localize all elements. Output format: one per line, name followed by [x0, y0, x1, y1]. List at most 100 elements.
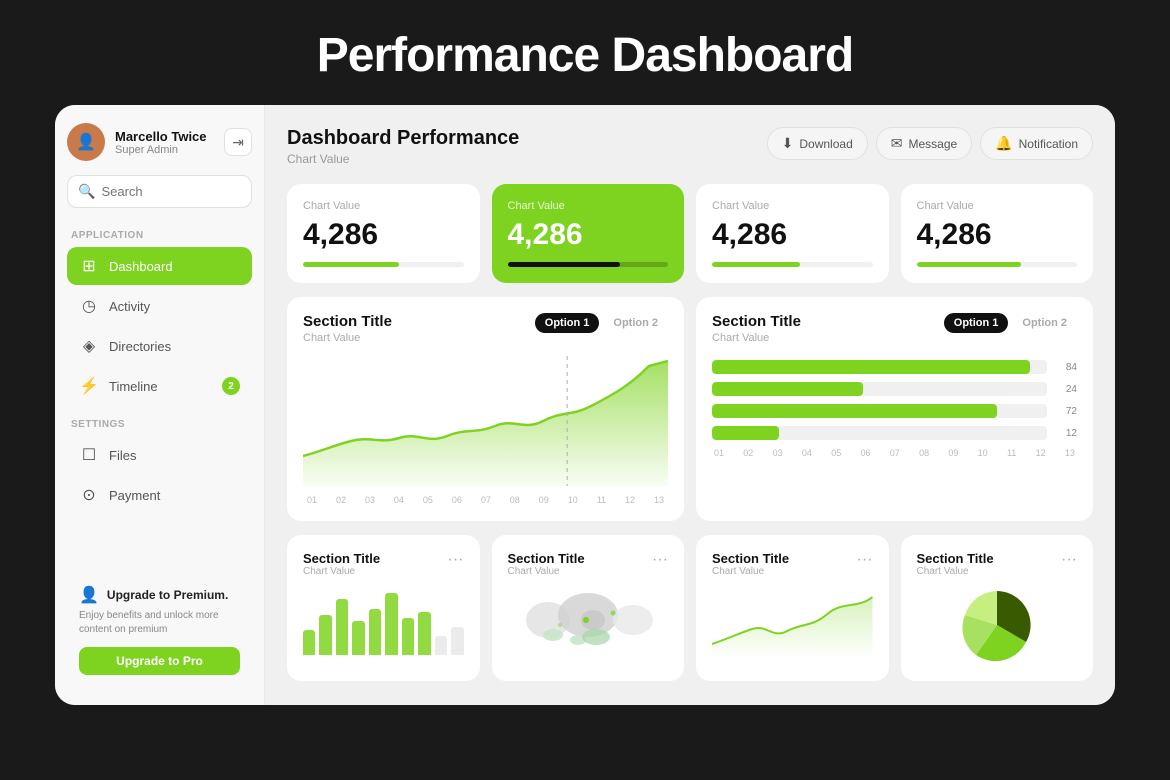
- sidebar-item-dashboard[interactable]: ⊞ Dashboard: [67, 247, 252, 285]
- sidebar-item-label: Files: [109, 448, 136, 463]
- sidebar-item-timeline[interactable]: ⚡ Timeline 2: [67, 367, 252, 405]
- chart-title-group: Section Title Chart Value: [712, 313, 801, 344]
- search-bar[interactable]: 🔍: [67, 175, 252, 208]
- bar-row: 72: [712, 404, 1077, 418]
- sidebar-user: 👤 Marcello Twice Super Admin ⇥: [67, 123, 252, 161]
- bar-track: [712, 382, 1047, 396]
- application-section-label: APPLICATION: [67, 230, 252, 241]
- sidebar-item-label: Timeline: [109, 379, 158, 394]
- area-chart-labels: 01 02 03 04 05 06 07 08 09 10 11 12 13: [303, 495, 668, 505]
- collapse-button[interactable]: ⇥: [224, 128, 252, 156]
- bottom-card-4: Section Title Chart Value ···: [901, 535, 1094, 681]
- bar-fill: [712, 360, 1030, 374]
- bottom-card-title: Section Title: [303, 551, 380, 566]
- stat-bar-track: [508, 262, 669, 267]
- stat-bar-fill: [508, 262, 620, 267]
- bottom-card-header: Section Title Chart Value ···: [303, 551, 464, 577]
- upgrade-description: Enjoy benefits and unlock more content o…: [79, 609, 240, 637]
- more-options-button[interactable]: ···: [652, 551, 668, 569]
- bottom-card-title: Section Title: [917, 551, 994, 566]
- stat-value: 4,286: [712, 218, 873, 252]
- map-chart: [508, 585, 669, 660]
- stat-value: 4,286: [303, 218, 464, 252]
- username: Marcello Twice: [115, 129, 214, 144]
- chart-title-group: Section Title Chart Value: [303, 313, 392, 344]
- upgrade-icon: 👤: [79, 585, 99, 605]
- application-nav: ⊞ Dashboard ◷ Activity ◈ Directories ⚡ T…: [67, 247, 252, 405]
- sidebar-item-payment[interactable]: ⊙ Payment: [67, 476, 252, 514]
- chart-header: Section Title Chart Value Option 1 Optio…: [303, 313, 668, 344]
- bottom-card-header: Section Title Chart Value ···: [712, 551, 873, 577]
- sidebar-item-label: Activity: [109, 299, 150, 314]
- more-options-button[interactable]: ···: [1061, 551, 1077, 569]
- download-icon: ⬇: [782, 135, 794, 152]
- stat-bar-fill: [917, 262, 1021, 267]
- user-role: Super Admin: [115, 144, 214, 156]
- bar-chart: 84 24 72 12 01: [712, 356, 1077, 462]
- mini-bar: [418, 612, 430, 655]
- upgrade-button[interactable]: Upgrade to Pro: [79, 647, 240, 675]
- stat-label: Chart Value: [303, 200, 464, 212]
- more-options-button[interactable]: ···: [448, 551, 464, 569]
- sidebar-item-directories[interactable]: ◈ Directories: [67, 327, 252, 365]
- option2-button[interactable]: Option 2: [603, 313, 668, 333]
- sidebar-item-label: Directories: [109, 339, 171, 354]
- app-container: 👤 Marcello Twice Super Admin ⇥ 🔍 APPLICA…: [55, 105, 1115, 705]
- bar-chart-card: Section Title Chart Value Option 1 Optio…: [696, 297, 1093, 521]
- option1-button[interactable]: Option 1: [944, 313, 1009, 333]
- upgrade-title: Upgrade to Premium.: [107, 588, 228, 602]
- bar-track: [712, 404, 1047, 418]
- bar-track: [712, 426, 1047, 440]
- dashboard-icon: ⊞: [79, 256, 99, 276]
- sidebar-item-label: Dashboard: [109, 259, 173, 274]
- message-icon: ✉: [891, 135, 903, 152]
- x-label: 05: [423, 495, 433, 505]
- directories-icon: ◈: [79, 336, 99, 356]
- bar-x-labels: 01 02 03 04 05 06 07 08 09 10 11 12 13: [712, 448, 1077, 458]
- activity-icon: ◷: [79, 296, 99, 316]
- bar-fill: [712, 404, 997, 418]
- sidebar-item-files[interactable]: ☐ Files: [67, 436, 252, 474]
- stat-bar-track: [712, 262, 873, 267]
- bottom-card-3: Section Title Chart Value ···: [696, 535, 889, 681]
- stat-bar-fill: [303, 262, 399, 267]
- upgrade-box: 👤 Upgrade to Premium. Enjoy benefits and…: [67, 573, 252, 687]
- download-button[interactable]: ⬇ Download: [767, 127, 868, 160]
- download-label: Download: [799, 137, 852, 151]
- message-button[interactable]: ✉ Message: [876, 127, 972, 160]
- x-label: 08: [510, 495, 520, 505]
- settings-section-label: SETTINGS: [67, 419, 252, 430]
- more-options-button[interactable]: ···: [857, 551, 873, 569]
- x-label: 06: [452, 495, 462, 505]
- bar-row: 12: [712, 426, 1077, 440]
- area-chart: 01 02 03 04 05 06 07 08 09 10 11 12 13: [303, 356, 668, 505]
- notification-button[interactable]: 🔔 Notification: [980, 127, 1093, 160]
- bar-value: 24: [1055, 384, 1077, 395]
- donut-chart: [917, 585, 1078, 665]
- timeline-badge: 2: [222, 377, 240, 395]
- sidebar-item-activity[interactable]: ◷ Activity: [67, 287, 252, 325]
- mini-bar: [369, 609, 381, 656]
- notification-icon: 🔔: [995, 135, 1012, 152]
- option1-button[interactable]: Option 1: [535, 313, 600, 333]
- sidebar: 👤 Marcello Twice Super Admin ⇥ 🔍 APPLICA…: [55, 105, 265, 705]
- files-icon: ☐: [79, 445, 99, 465]
- mini-bar: [319, 615, 331, 655]
- x-label: 07: [481, 495, 491, 505]
- option2-button[interactable]: Option 2: [1012, 313, 1077, 333]
- bar-value: 84: [1055, 362, 1077, 373]
- search-input[interactable]: [101, 184, 277, 199]
- chart-title: Section Title: [712, 313, 801, 330]
- stat-card-3: Chart Value 4,286: [696, 184, 889, 283]
- charts-row: Section Title Chart Value Option 1 Optio…: [287, 297, 1093, 521]
- bottom-card-subtitle: Chart Value: [508, 566, 585, 577]
- bottom-card-1: Section Title Chart Value ···: [287, 535, 480, 681]
- mini-bar: [435, 636, 447, 655]
- stat-label: Chart Value: [712, 200, 873, 212]
- bottom-card-header: Section Title Chart Value ···: [917, 551, 1078, 577]
- notification-label: Notification: [1019, 137, 1078, 151]
- mini-bar: [451, 627, 463, 655]
- bar-fill: [712, 426, 779, 440]
- bottom-card-subtitle: Chart Value: [917, 566, 994, 577]
- x-label: 12: [625, 495, 635, 505]
